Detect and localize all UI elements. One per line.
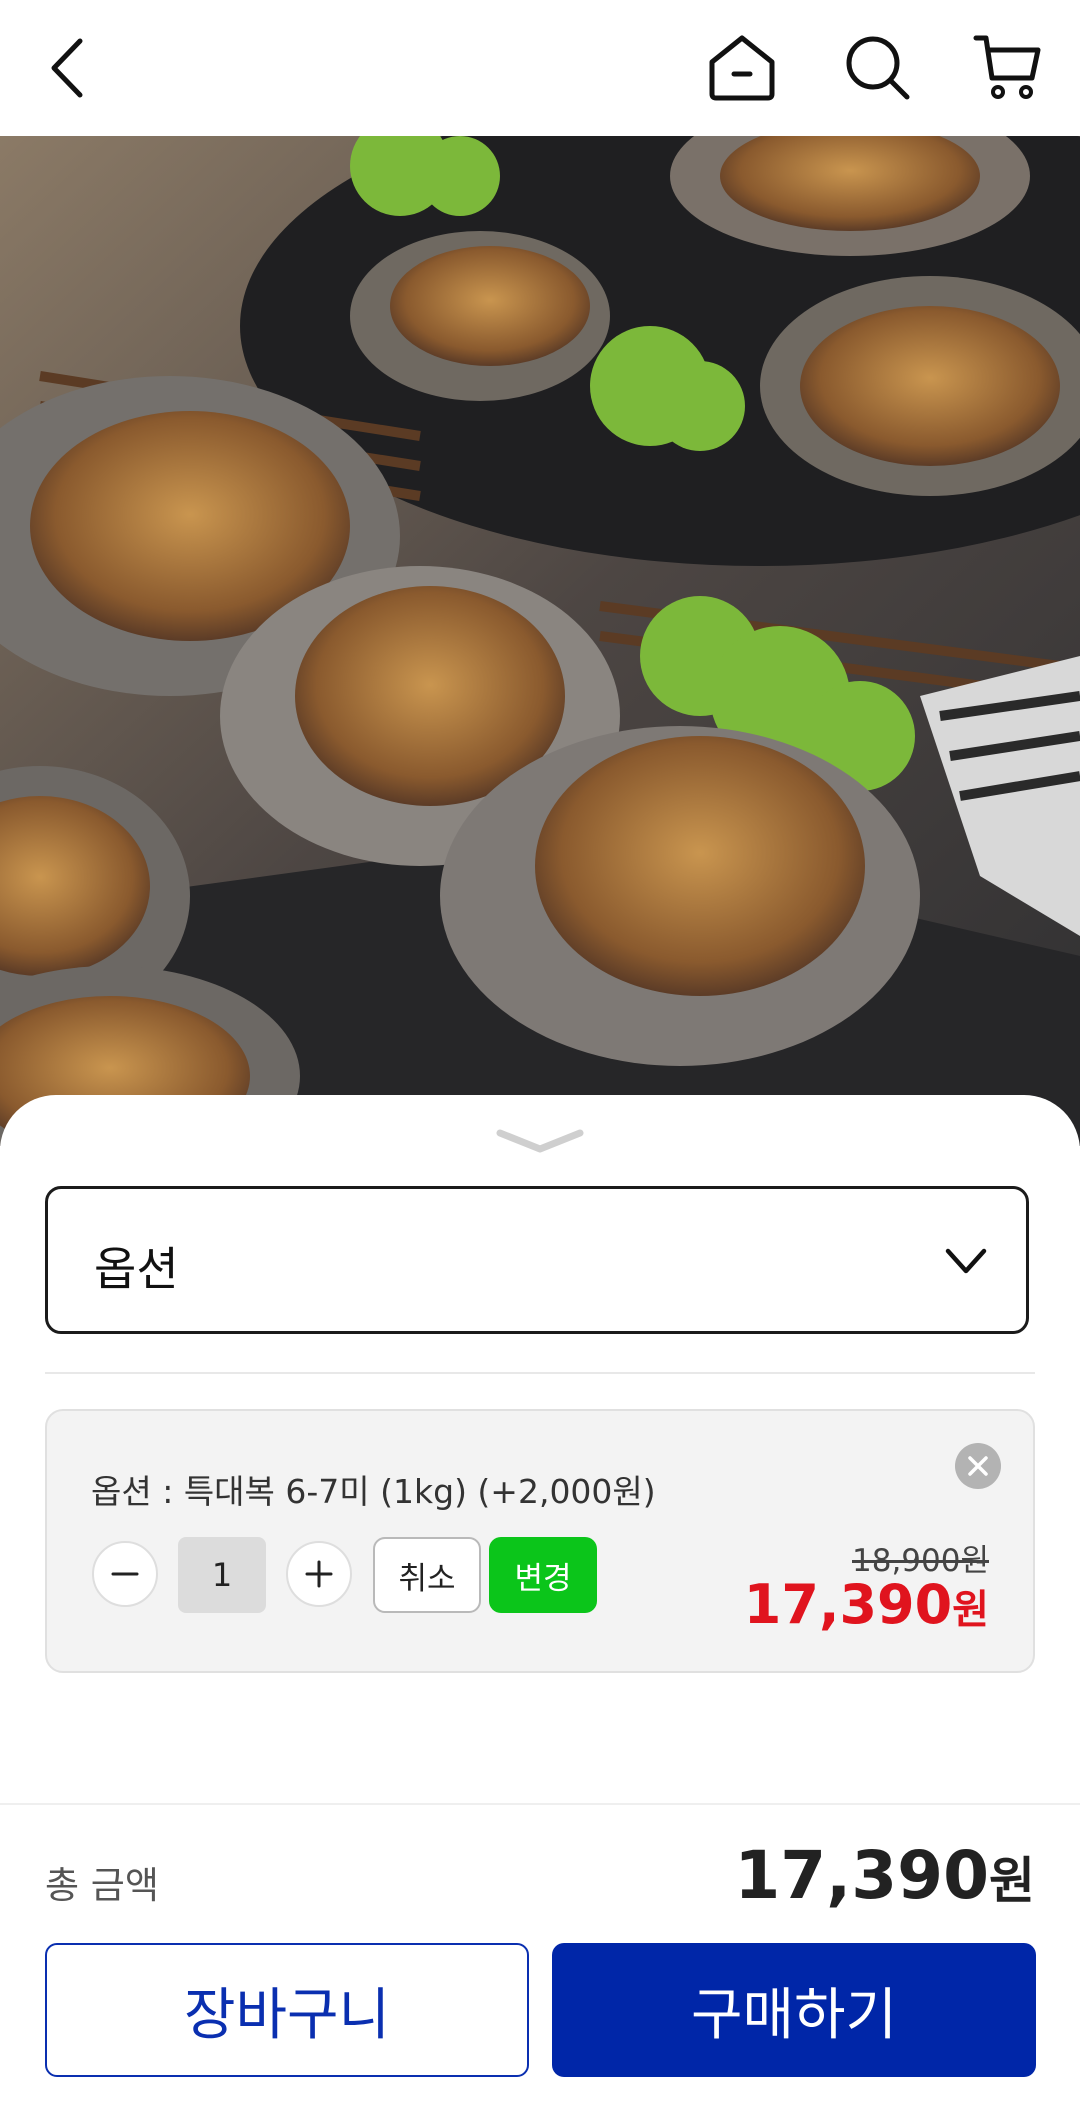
add-to-cart-button[interactable]: 장바구니 <box>45 1943 529 2077</box>
plus-icon <box>305 1560 333 1588</box>
search-button[interactable] <box>838 28 918 108</box>
total-price: 17,390원 <box>734 1837 1035 1914</box>
quantity-decrease-button[interactable] <box>92 1541 158 1607</box>
buy-now-button[interactable]: 구매하기 <box>552 1943 1036 2077</box>
option-select[interactable]: 옵션 <box>45 1186 1029 1334</box>
chevron-left-icon <box>51 38 83 98</box>
cart-icon <box>973 35 1041 99</box>
top-bar <box>0 0 1080 136</box>
cancel-button[interactable]: 취소 <box>373 1537 481 1613</box>
sale-price: 17,390원 <box>744 1573 989 1636</box>
chevron-down-icon <box>945 1248 987 1274</box>
cart-button[interactable] <box>968 28 1048 108</box>
option-bottom-sheet: 옵션 옵션 : 특대복 6-7미 (1kg) (+2,000원) 1 취소 변경… <box>0 1095 1080 2102</box>
minus-icon <box>111 1572 139 1576</box>
remove-option-button[interactable] <box>955 1443 1001 1489</box>
total-price-unit: 원 <box>989 1852 1035 1910</box>
divider <box>0 1803 1080 1805</box>
option-select-label: 옵션 <box>94 1242 179 1296</box>
quantity-input[interactable]: 1 <box>178 1537 266 1613</box>
product-image <box>0 136 1080 1146</box>
back-button[interactable] <box>28 28 108 108</box>
divider <box>45 1372 1035 1374</box>
sale-price-number: 17,390 <box>743 1573 953 1636</box>
total-price-number: 17,390 <box>734 1837 989 1914</box>
sale-price-unit: 원 <box>952 1587 989 1633</box>
home-icon <box>709 35 775 101</box>
search-icon <box>846 36 910 100</box>
quantity-increase-button[interactable] <box>286 1541 352 1607</box>
total-label: 총 금액 <box>45 1864 159 1907</box>
close-icon <box>968 1456 988 1476</box>
sheet-handle-chevron-down-icon[interactable] <box>494 1125 586 1155</box>
abalone-photo <box>0 136 1080 1146</box>
home-button[interactable] <box>702 28 782 108</box>
selected-option-card: 옵션 : 특대복 6-7미 (1kg) (+2,000원) 1 취소 변경 18… <box>45 1409 1035 1673</box>
change-button[interactable]: 변경 <box>489 1537 597 1613</box>
selected-option-text: 옵션 : 특대복 6-7미 (1kg) (+2,000원) <box>91 1472 656 1511</box>
